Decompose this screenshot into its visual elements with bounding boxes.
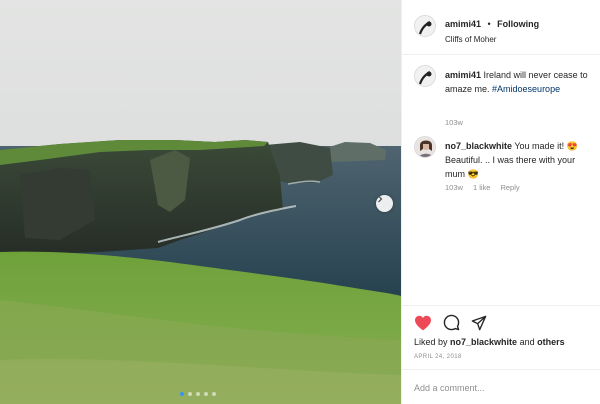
avatar[interactable] xyxy=(414,15,436,37)
liked-others[interactable]: others xyxy=(537,337,565,347)
hashtag-link[interactable]: #Amidoeseurope xyxy=(492,84,560,94)
comments-section: amimi41 Ireland will never cease to amaz… xyxy=(402,56,600,304)
carousel-indicator xyxy=(180,392,216,396)
comment-button[interactable] xyxy=(443,314,460,331)
avatar[interactable] xyxy=(414,136,436,158)
share-button[interactable] xyxy=(471,315,487,331)
caption-username[interactable]: amimi41 xyxy=(445,70,481,80)
comment-meta: 103w 1 like Reply xyxy=(445,183,520,192)
avatar-image xyxy=(415,66,435,86)
cliffs-image xyxy=(0,0,401,404)
avatar-image xyxy=(415,137,435,157)
action-icons xyxy=(414,314,487,331)
comment-time: 103w xyxy=(445,183,463,192)
instagram-post: amimi41 • Following Cliffs of Moher amim… xyxy=(0,0,600,404)
separator-dot: • xyxy=(487,19,491,29)
carousel-dot xyxy=(180,392,184,396)
post-date[interactable]: APRIL 24, 2018 xyxy=(414,354,462,360)
liked-prefix: Liked by xyxy=(414,337,451,347)
carousel-dot xyxy=(204,392,208,396)
carousel-dot xyxy=(188,392,192,396)
post-actions: Liked by no7_blackwhite and others APRIL… xyxy=(402,305,600,404)
header-username[interactable]: amimi41 xyxy=(445,19,481,29)
caption-meta: 103w xyxy=(445,118,463,127)
location-link[interactable]: Cliffs of Moher xyxy=(445,35,595,44)
likes-summary: Liked by no7_blackwhite and others xyxy=(414,337,565,347)
carousel-dot xyxy=(212,392,216,396)
share-icon xyxy=(471,315,487,330)
next-photo-button[interactable] xyxy=(376,195,393,212)
avatar-image xyxy=(415,16,435,36)
comment-username[interactable]: no7_blackwhite xyxy=(445,141,512,151)
post-header: amimi41 • Following Cliffs of Moher xyxy=(402,0,600,55)
avatar[interactable] xyxy=(414,65,436,87)
post-side-panel: amimi41 • Following Cliffs of Moher amim… xyxy=(401,0,600,404)
like-button[interactable] xyxy=(414,315,432,331)
comment-text: no7_blackwhite You made it! 😍 Beautiful.… xyxy=(445,139,595,181)
chevron-right-icon xyxy=(378,195,383,203)
add-comment-box xyxy=(402,369,600,404)
caption-time: 103w xyxy=(445,118,463,127)
comment-icon xyxy=(443,314,460,331)
comment-input[interactable] xyxy=(414,380,589,396)
post-photo xyxy=(0,0,401,404)
carousel-dot xyxy=(196,392,200,396)
reply-button[interactable]: Reply xyxy=(500,183,519,192)
following-button[interactable]: Following xyxy=(497,19,539,29)
liked-mid: and xyxy=(517,337,538,347)
header-text: amimi41 • Following Cliffs of Moher xyxy=(445,14,595,44)
caption-text: amimi41 Ireland will never cease to amaz… xyxy=(445,68,595,96)
comment-likes[interactable]: 1 like xyxy=(473,183,491,192)
heart-icon xyxy=(415,315,431,330)
liked-user[interactable]: no7_blackwhite xyxy=(450,337,517,347)
